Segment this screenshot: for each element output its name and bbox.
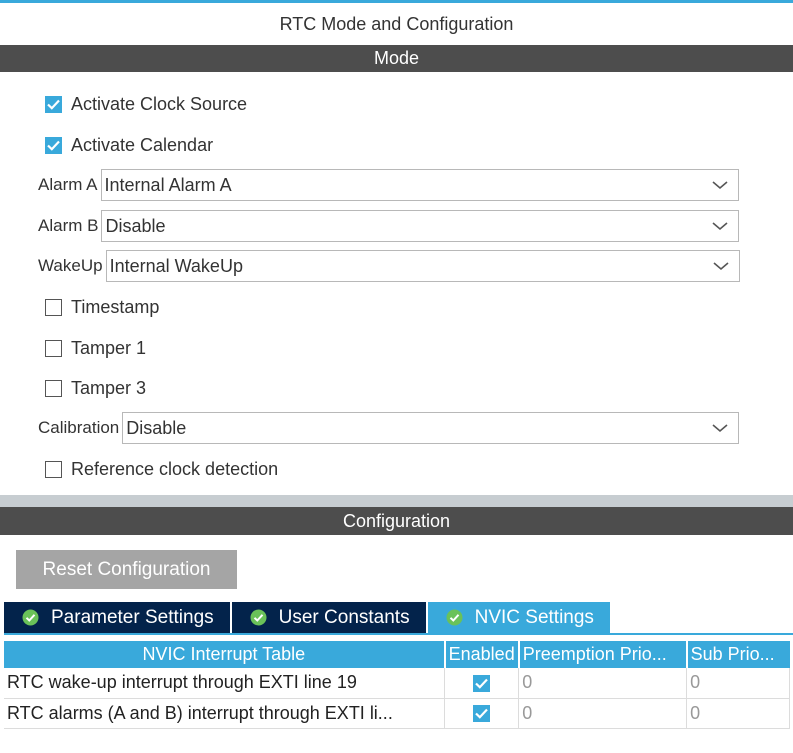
wakeup-select[interactable]: Internal WakeUp xyxy=(105,250,740,282)
activate-clock-source-label: Activate Clock Source xyxy=(71,93,248,114)
column-header-sub-priority[interactable]: Sub Prio... xyxy=(686,641,790,668)
check-circle-icon xyxy=(22,609,39,626)
column-header-preemption[interactable]: Preemption Prio... xyxy=(518,641,688,668)
enabled-checkbox[interactable] xyxy=(473,705,491,723)
calibration-row: Calibration Disable xyxy=(38,412,740,444)
calibration-select[interactable]: Disable xyxy=(122,412,740,444)
reference-clock-label: Reference clock detection xyxy=(71,458,279,479)
sub-priority-cell[interactable]: 0 xyxy=(686,698,790,729)
enabled-cell[interactable] xyxy=(444,668,520,699)
alarm-a-value: Internal Alarm A xyxy=(104,174,232,195)
reference-clock-row[interactable]: Reference clock detection xyxy=(45,457,278,481)
chevron-down-icon xyxy=(713,262,729,271)
alarm-b-select[interactable]: Disable xyxy=(101,210,740,242)
calibration-label: Calibration xyxy=(38,418,120,437)
wakeup-value: Internal WakeUp xyxy=(109,255,243,276)
activate-calendar-row[interactable]: Activate Calendar xyxy=(45,133,213,157)
tamper1-label: Tamper 1 xyxy=(71,337,147,358)
table-row[interactable]: RTC wake-up interrupt through EXTI line … xyxy=(4,668,790,699)
activate-clock-source-checkbox[interactable] xyxy=(45,95,62,113)
chevron-down-icon xyxy=(712,222,728,231)
reset-configuration-button[interactable]: Reset Configuration xyxy=(16,550,237,589)
nvic-interrupt-table: NVIC Interrupt Table Enabled Preemption … xyxy=(4,641,790,729)
chevron-down-icon xyxy=(712,424,728,433)
wakeup-row: WakeUp Internal WakeUp xyxy=(38,250,740,282)
activate-calendar-checkbox[interactable] xyxy=(45,136,62,154)
splitter-handle[interactable] xyxy=(0,495,793,507)
chevron-down-icon xyxy=(712,181,728,190)
interrupt-name-cell: RTC wake-up interrupt through EXTI line … xyxy=(4,668,446,699)
tab-parameter-settings[interactable]: Parameter Settings xyxy=(4,602,230,633)
tamper3-label: Tamper 3 xyxy=(71,377,147,398)
configuration-section-header: Configuration xyxy=(0,507,793,535)
tamper1-checkbox[interactable] xyxy=(45,339,62,357)
enabled-cell[interactable] xyxy=(444,698,520,729)
tamper3-checkbox[interactable] xyxy=(45,379,62,397)
alarm-a-label: Alarm A xyxy=(38,175,98,194)
tabs-underline xyxy=(4,633,793,635)
alarm-b-value: Disable xyxy=(105,215,166,236)
table-row[interactable]: RTC alarms (A and B) interrupt through E… xyxy=(4,698,790,729)
checkmark-icon xyxy=(47,140,60,151)
window-title: RTC Mode and Configuration xyxy=(279,14,514,34)
check-circle-icon xyxy=(250,609,267,626)
preemption-priority-cell[interactable]: 0 xyxy=(518,668,688,699)
table-header-row: NVIC Interrupt Table Enabled Preemption … xyxy=(4,641,790,668)
tab-user-constants-label: User Constants xyxy=(278,606,410,628)
tab-nvic-settings[interactable]: NVIC Settings xyxy=(427,602,610,633)
check-circle-icon xyxy=(446,609,463,626)
checkmark-icon xyxy=(475,678,488,689)
alarm-b-row: Alarm B Disable xyxy=(38,210,740,242)
wakeup-label: WakeUp xyxy=(38,256,103,275)
column-header-enabled[interactable]: Enabled xyxy=(444,641,520,668)
calibration-value: Disable xyxy=(126,417,187,438)
activate-calendar-label: Activate Calendar xyxy=(71,134,214,155)
alarm-a-select[interactable]: Internal Alarm A xyxy=(100,169,739,201)
sub-priority-cell[interactable]: 0 xyxy=(686,668,790,699)
tamper3-row[interactable]: Tamper 3 xyxy=(45,376,146,400)
alarm-b-label: Alarm B xyxy=(38,216,99,235)
alarm-a-row: Alarm A Internal Alarm A xyxy=(38,169,739,201)
reference-clock-checkbox[interactable] xyxy=(45,460,62,478)
timestamp-checkbox[interactable] xyxy=(45,298,62,316)
tamper1-row[interactable]: Tamper 1 xyxy=(45,336,146,360)
checkmark-icon xyxy=(475,708,488,720)
timestamp-row[interactable]: Timestamp xyxy=(45,295,159,319)
tab-parameter-settings-label: Parameter Settings xyxy=(51,606,214,628)
tab-nvic-settings-label: NVIC Settings xyxy=(474,606,594,628)
preemption-priority-cell[interactable]: 0 xyxy=(518,698,688,729)
mode-section-header: Mode xyxy=(0,45,793,72)
timestamp-label: Timestamp xyxy=(71,296,160,317)
config-tabs: Parameter Settings User Constants NVIC S… xyxy=(4,602,612,633)
enabled-checkbox[interactable] xyxy=(473,675,491,692)
column-header-interrupt[interactable]: NVIC Interrupt Table xyxy=(4,641,446,668)
tab-user-constants[interactable]: User Constants xyxy=(231,602,426,633)
activate-clock-source-row[interactable]: Activate Clock Source xyxy=(45,92,247,116)
interrupt-name-cell: RTC alarms (A and B) interrupt through E… xyxy=(4,698,446,729)
checkmark-icon xyxy=(47,99,60,110)
